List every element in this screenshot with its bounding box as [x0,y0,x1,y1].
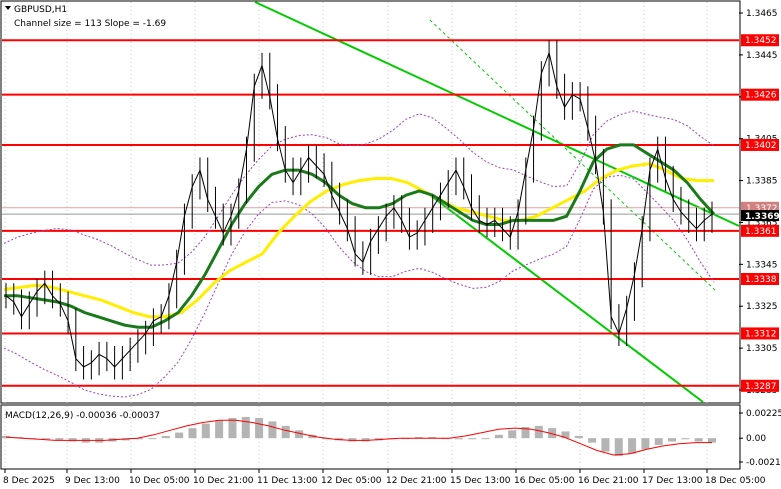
x-tick-label: 9 Dec 13:00 [65,476,120,486]
macd-tick-label: 0.00225 [746,409,781,419]
forex-chart: GBPUSD,H1 Channel size = 113 Slope = -1.… [0,0,781,486]
bollinger-envelope [3,110,715,398]
x-tick-label: 11 Dec 13:00 [257,476,318,486]
macd-histogram-bar [681,438,690,440]
macd-label: MACD(12,26,9) -0.00036 -0.00037 [5,411,160,421]
trend-channel [254,1,740,403]
macd-histogram-bar [215,420,224,439]
macd-histogram-bar [175,432,184,439]
macd-histogram-bar [614,438,623,457]
macd-axis: 0.00225 0.00 -0.00213 [739,409,781,468]
price-levels [2,39,739,387]
y-tick-label: 1.3385 [746,177,778,187]
macd-histogram-bar [588,438,597,443]
macd-histogram-bar [201,423,210,439]
macd-histogram-bar [641,438,650,450]
ma-yellow-line [3,162,714,319]
macd-tick-label: -0.00213 [746,458,781,468]
macd-tick-label: 0.00 [746,434,766,444]
x-tick-label: 12 Dec 05:00 [321,476,382,486]
channel-info-label: Channel size = 113 Slope = -1.69 [14,19,166,29]
channel-lower-line [429,194,704,403]
level-tag-text: 1.3312 [745,329,777,339]
macd-histogram-bar [708,438,716,443]
macd-histogram-bar [654,438,663,445]
current-price-tag: 1.3372 1.3369 [741,201,780,222]
level-tag-text: 1.3338 [745,275,777,285]
x-tick-label: 16 Dec 05:00 [514,476,575,486]
x-tick-label: 10 Dec 05:00 [129,476,190,486]
macd-histogram-bar [454,438,463,440]
macd-histogram-bar [481,438,490,440]
macd-histogram-bar [148,438,157,440]
level-tag-text: 1.3426 [745,91,777,101]
macd-histogram-bar [241,416,250,439]
y-tick-label: 1.3465 [746,9,778,19]
macd-histogram-bar [534,425,543,439]
dropdown-triangle-icon[interactable] [5,6,11,10]
macd-histogram-bar [694,438,703,442]
ma-green-line [4,143,716,329]
y-tick-label: 1.3445 [746,51,778,61]
macd-histogram-bar [268,421,277,439]
macd-histogram-bar [255,418,264,439]
macd-panel [2,416,716,457]
y-tick-label: 1.3305 [746,344,778,354]
x-tick-label: 12 Dec 21:00 [386,476,447,486]
x-tick-label: 10 Dec 21:00 [193,476,254,486]
x-tick-label: 17 Dec 13:00 [642,476,703,486]
macd-histogram-bar [161,435,170,439]
envelope-lower [3,174,715,398]
macd-histogram-bar [281,425,290,439]
channel-mid-line [429,19,716,291]
level-tag-text: 1.3287 [745,382,777,392]
current-price-text: 1.3369 [745,212,780,222]
macd-histogram-bar [68,438,77,442]
level-tag-text: 1.3452 [745,36,777,46]
main-plot-frame [0,0,741,404]
time-axis: 8 Dec 2025 9 Dec 13:00 10 Dec 05:00 10 Dec … [3,469,766,486]
x-tick-label: 16 Dec 21:00 [578,476,639,486]
x-tick-label: 15 Dec 13:00 [450,476,511,486]
y-tick-label: 1.3325 [746,302,778,312]
macd-histogram-bar [668,438,677,442]
channel-upper-line [254,1,740,227]
level-tag-text: 1.3361 [745,227,777,237]
symbol-label: GBPUSD,H1 [14,5,67,15]
macd-histogram-bar [228,418,237,439]
macd-histogram-bar [494,434,503,439]
macd-histogram-bar [628,438,637,454]
macd-histogram-bar [574,435,583,439]
envelope-upper [3,110,715,266]
x-tick-label: 18 Dec 05:00 [705,476,766,486]
vertical-grid [4,2,708,469]
macd-histogram-bar [468,438,477,440]
y-tick-label: 1.3345 [746,260,778,270]
level-tag-text: 1.3402 [745,141,777,151]
macd-histogram-bar [508,430,517,439]
x-tick-label: 8 Dec 2025 [3,476,55,486]
macd-histogram-bar [188,428,197,439]
macd-histogram-bar [601,438,610,452]
moving-averages [3,143,716,329]
